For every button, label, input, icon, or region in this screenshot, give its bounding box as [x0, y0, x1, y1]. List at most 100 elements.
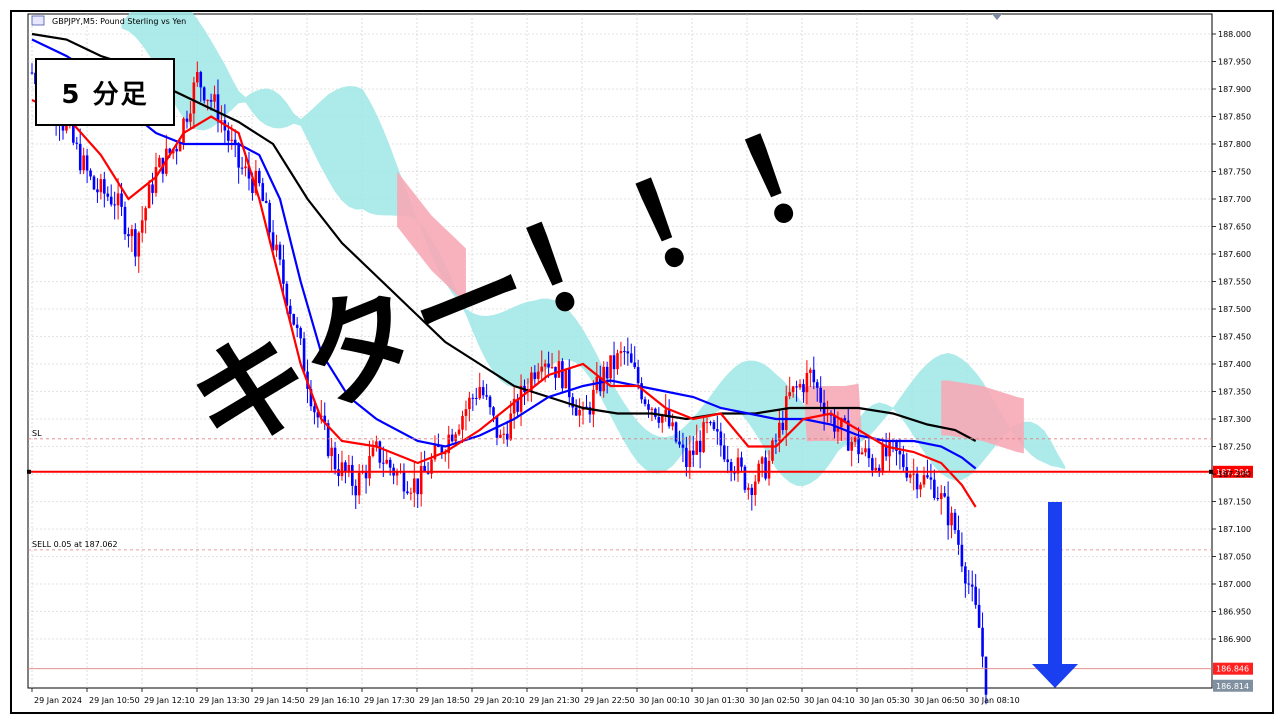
candle-body: [946, 496, 950, 526]
candle-body: [457, 429, 461, 435]
candle-body: [471, 397, 475, 399]
time-tick-label: 30 Jan 04:10: [804, 696, 855, 705]
candle-body: [977, 604, 981, 628]
candle-body: [147, 184, 151, 209]
candle-body: [230, 139, 234, 141]
candle-body: [657, 416, 661, 423]
candle-body: [116, 193, 120, 206]
candle-body: [781, 422, 785, 431]
candle-body: [753, 481, 757, 495]
candle-body: [984, 656, 988, 695]
candle-body: [509, 413, 513, 440]
candle-body: [764, 457, 767, 479]
price-tick-label: 187.100: [1218, 525, 1251, 534]
price-tick-label: 186.950: [1218, 608, 1251, 617]
candle-body: [409, 492, 413, 494]
candle-body: [123, 206, 127, 235]
candle-body: [82, 155, 85, 171]
candle-body: [412, 478, 416, 493]
candle-body: [809, 369, 812, 373]
candle-body: [199, 72, 203, 88]
candle-body: [233, 139, 237, 144]
time-tick-label: 30 Jan 02:50: [749, 696, 800, 705]
time-tick-label: 29 Jan 21:30: [529, 696, 580, 705]
candle-body: [912, 473, 915, 475]
candle-body: [185, 118, 189, 122]
candle-body: [950, 512, 953, 526]
time-tick-label: 29 Jan 22:50: [584, 696, 635, 705]
candle-body: [103, 179, 106, 194]
candle-body: [908, 474, 912, 478]
candle-body: [574, 407, 578, 416]
candle-body: [388, 459, 392, 468]
price-tick-label: 187.450: [1218, 333, 1251, 342]
price-tick-label: 187.000: [1218, 580, 1251, 589]
candle-body: [802, 384, 805, 393]
candle-body: [974, 586, 977, 605]
time-tick-label: 30 Jan 00:10: [639, 696, 690, 705]
price-tick-label: 187.250: [1218, 443, 1251, 452]
candle-body: [216, 94, 220, 122]
candle-body: [953, 512, 957, 531]
candle-body: [664, 409, 668, 416]
candle-body: [130, 229, 134, 237]
candle-body: [30, 72, 34, 74]
candle-body: [747, 487, 750, 490]
time-tick-label: 30 Jan 08:10: [969, 696, 1020, 705]
candle-body: [278, 244, 282, 260]
time-tick-label: 30 Jan 01:30: [694, 696, 745, 705]
level-anchor-right: [1209, 469, 1213, 474]
candle-body: [357, 472, 361, 496]
candle-body: [881, 444, 884, 473]
price-tick-label: 187.200: [1218, 470, 1251, 479]
price-tick-label: 187.950: [1218, 58, 1251, 67]
candle-body: [347, 464, 351, 472]
candle-body: [760, 457, 764, 464]
candle-body: [406, 491, 409, 494]
price-tick-label: 187.850: [1218, 113, 1251, 122]
candle-body: [716, 429, 719, 432]
candle-body: [643, 399, 647, 405]
candle-body: [650, 408, 654, 410]
candle-body: [99, 179, 103, 193]
price-chart[interactable]: SLSELL 0.05 at 187.062187.204186.846186.…: [12, 12, 1272, 712]
candle-body: [609, 355, 612, 379]
timeframe-label-box: 5 分足: [35, 58, 175, 126]
candle-body: [726, 459, 729, 463]
candle-body: [788, 392, 791, 397]
candle-body: [144, 208, 147, 221]
candle-body: [89, 170, 92, 177]
candle-body: [853, 437, 857, 442]
candle-body: [488, 396, 492, 408]
candle-body: [857, 437, 860, 455]
candle-body: [698, 440, 702, 453]
candle-body: [282, 259, 285, 284]
candle-body: [691, 450, 695, 455]
candle-body: [722, 445, 726, 460]
candle-body: [154, 167, 158, 193]
candle-body: [189, 113, 192, 122]
candle-body: [902, 454, 905, 468]
candle-body: [740, 457, 743, 467]
candle-body: [795, 386, 798, 388]
candle-body: [567, 368, 571, 398]
candle-body: [681, 444, 685, 448]
candle-body: [120, 193, 123, 207]
candle-body: [206, 99, 209, 101]
candle-body: [929, 477, 933, 480]
time-tick-label: 29 Jan 10:50: [89, 696, 140, 705]
candle-body: [196, 72, 199, 83]
candle-body: [78, 143, 82, 171]
candle-body: [468, 397, 471, 410]
candle-body: [557, 361, 561, 378]
candle-body: [261, 183, 265, 201]
candle-body: [113, 204, 116, 206]
candle-body: [175, 148, 178, 152]
candle-body: [533, 372, 537, 379]
candle-body: [350, 464, 354, 486]
candle-body: [667, 409, 671, 427]
candle-body: [939, 493, 943, 499]
price-tag-bid: 186.846: [1216, 665, 1249, 674]
candle-body: [791, 386, 795, 393]
time-tick-label: 29 Jan 18:50: [419, 696, 470, 705]
